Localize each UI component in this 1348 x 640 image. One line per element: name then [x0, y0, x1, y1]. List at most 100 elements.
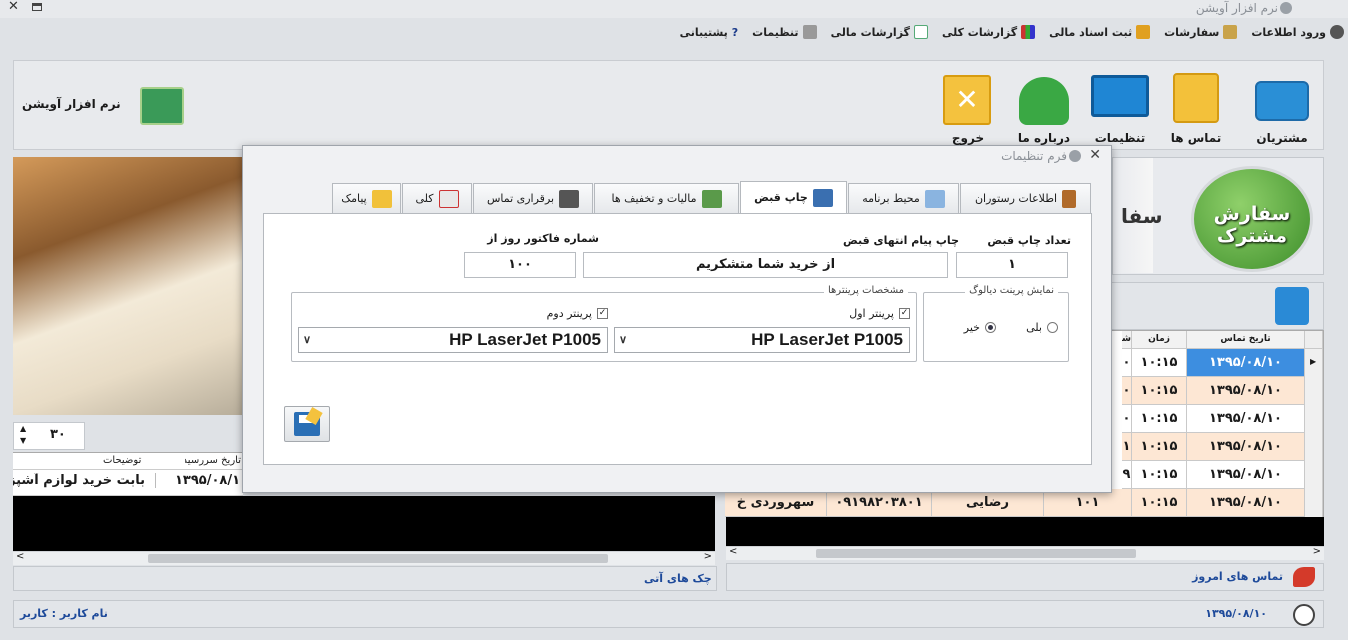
menu-general-reports[interactable]: گزارشات کلی — [942, 20, 1036, 44]
cell-other[interactable]: ۰ — [1122, 349, 1132, 377]
save-button[interactable] — [284, 406, 330, 442]
col-header-date[interactable]: تاریخ تماس — [1187, 331, 1305, 349]
order-subscriber-button[interactable]: سفارش مشترک — [1191, 166, 1313, 272]
col-header-due[interactable]: تاریخ سررسید — [185, 455, 241, 466]
print-dialog-group: نمایش پرینت دیالوگ بلی خیر — [923, 285, 1069, 362]
save-icon — [294, 406, 323, 436]
radio-yes-input[interactable] — [1047, 322, 1058, 333]
chevron-down-icon[interactable]: ∨ — [303, 328, 311, 352]
cell-date[interactable]: ۱۳۹۵/۰۸/۱۰ — [1187, 433, 1305, 461]
cell-date[interactable]: ۱۳۹۵/۰۸/۱۰ — [1187, 377, 1305, 405]
cutlery-icon — [1275, 287, 1309, 325]
radio-yes[interactable]: بلی — [1026, 321, 1058, 334]
checks-empty-area — [13, 496, 715, 551]
days-stepper[interactable]: ▲ ▼ ۳۰ — [13, 422, 85, 450]
radio-no-input[interactable] — [985, 322, 996, 333]
exit-button[interactable]: ✕ خروج — [933, 69, 1003, 149]
col-header-description[interactable]: توضیحات — [103, 455, 141, 466]
today-contacts-label[interactable]: تماس های امروز — [1192, 570, 1283, 583]
left-hscrollbar[interactable]: < > — [13, 551, 715, 565]
dialog-logo-icon — [1069, 150, 1081, 162]
printer1-select[interactable]: ∨ HP LaserJet P1005 — [614, 327, 910, 353]
cell-other[interactable]: ۰ — [1122, 377, 1132, 405]
col-header-other[interactable]: شر — [1122, 331, 1132, 349]
tab-tax-discount[interactable]: مالیات و تخفیف ها — [594, 183, 739, 213]
tab-print-receipt[interactable]: چاپ قبض — [740, 181, 847, 214]
menu-label: سفارشات — [1164, 25, 1220, 39]
pencil-icon — [1223, 25, 1238, 39]
footer-message-label: چاپ پیام انتهای قبض — [843, 234, 959, 247]
tab-environment[interactable]: محیط برنامه — [848, 183, 959, 213]
tab-label: مالیات و تخفیف ها — [611, 191, 697, 205]
printer2-select[interactable]: ∨ HP LaserJet P1005 — [298, 327, 608, 353]
col-header-time[interactable]: زمان — [1132, 331, 1187, 349]
invoice-start-field[interactable]: ۱۰۰ — [464, 252, 576, 278]
stepper-down-icon[interactable]: ▼ — [20, 435, 26, 447]
radio-no-label: خیر — [963, 321, 980, 334]
tab-label: اطلاعات رستوران — [974, 191, 1058, 205]
footer-message-field[interactable]: از خرید شما متشکریم — [583, 252, 948, 278]
cell-time[interactable]: ۱۰:۱۵ — [1132, 405, 1187, 433]
scroll-thumb[interactable] — [816, 549, 1136, 558]
cell-date[interactable]: ۱۳۹۵/۰۸/۱۰ — [1187, 349, 1305, 377]
upcoming-checks-label[interactable]: چک های آتی — [644, 572, 712, 585]
menu-data-entry[interactable]: ورود اطلاعات — [1251, 20, 1344, 44]
tools-icon — [802, 25, 817, 39]
cell-time[interactable]: ۱۰:۱۵ — [1132, 349, 1187, 377]
cell-time[interactable]: ۱۰:۱۵ — [1132, 433, 1187, 461]
tab-call[interactable]: برقراری تماس — [473, 183, 593, 213]
cell-other[interactable]: ۱ — [1122, 433, 1132, 461]
about-button[interactable]: درباره ما — [1009, 69, 1079, 149]
tab-general[interactable]: کلی — [402, 183, 472, 213]
menu-support[interactable]: ? پشتیبانی — [680, 20, 739, 44]
close-icon[interactable]: ✕ — [8, 0, 19, 14]
print-count-field[interactable]: ۱ — [956, 252, 1068, 278]
printer1-check-input[interactable]: ✓ — [899, 308, 910, 319]
tab-restaurant-info[interactable]: اطلاعات رستوران — [960, 183, 1091, 213]
menu-orders[interactable]: سفارشات — [1164, 20, 1238, 44]
restore-icon[interactable] — [32, 3, 42, 11]
dialog-close-icon[interactable]: ✕ — [1089, 147, 1101, 163]
print-receipt-panel: تعداد چاپ قبض چاپ پیام انتهای قبض شماره … — [263, 213, 1092, 465]
chevron-down-icon[interactable]: ∨ — [619, 328, 627, 352]
cell-date[interactable]: ۱۳۹۵/۰۸/۱۰ — [1187, 489, 1305, 517]
customers-label: مشتریان — [1256, 131, 1308, 145]
menu-financial-docs[interactable]: ثبت اسناد مالی — [1049, 20, 1151, 44]
cell-time[interactable]: ۱۰:۱۵ — [1132, 377, 1187, 405]
printer2-check-input[interactable]: ✓ — [597, 308, 608, 319]
monitor-icon — [1091, 75, 1149, 117]
customers-button[interactable]: مشتریان — [1247, 69, 1317, 149]
right-hscrollbar[interactable]: < > — [726, 546, 1324, 560]
cell-other[interactable]: ۹ — [1122, 461, 1132, 489]
order-panel: سفا سفارش مشترک — [1112, 157, 1324, 275]
radio-no[interactable]: خیر — [964, 321, 996, 334]
cell-time[interactable]: ۱۰:۱۵ — [1132, 489, 1187, 517]
printer-icon — [812, 189, 833, 207]
settings-button[interactable]: تنظیمات — [1085, 69, 1155, 149]
tab-sms[interactable]: پیامک — [332, 183, 401, 213]
clock-icon — [1293, 604, 1315, 626]
cell-phone[interactable]: ۰۹۱۹۸۲۰۳۸۰۱ — [827, 489, 932, 517]
contacts-button[interactable]: تماس ها — [1161, 69, 1231, 149]
hourglass-icon — [1062, 189, 1077, 208]
cell-due[interactable]: ۱۳۹۵/۰۸/۱ — [175, 473, 240, 488]
scroll-thumb[interactable] — [148, 554, 608, 563]
cell-time[interactable]: ۱۰:۱۵ — [1132, 461, 1187, 489]
stepper-up-icon[interactable]: ▲ — [20, 423, 26, 435]
checklist-icon — [438, 189, 459, 208]
printer2-checkbox[interactable]: ✓ پرینتر دوم — [547, 307, 608, 320]
menu-settings[interactable]: تنظیمات — [752, 20, 817, 44]
grid-empty-area — [726, 517, 1324, 546]
cell-description[interactable]: بابت خرید لوازم آشپز — [13, 473, 156, 488]
stepper-value[interactable]: ۳۰ — [50, 427, 66, 442]
cell-name[interactable]: رضایی — [932, 489, 1044, 517]
cell-date[interactable]: ۱۳۹۵/۰۸/۱۰ — [1187, 461, 1305, 489]
user-icon — [1019, 77, 1069, 125]
cell-code[interactable]: ۱۰۱ — [1044, 489, 1132, 517]
checks-row[interactable]: بابت خرید لوازم آشپز ۱۳۹۵/۰۸/۱ — [13, 470, 243, 496]
printer1-checkbox[interactable]: ✓ پرینتر اول — [849, 307, 910, 320]
cell-address[interactable]: سهروردی خ — [725, 489, 827, 517]
cell-date[interactable]: ۱۳۹۵/۰۸/۱۰ — [1187, 405, 1305, 433]
menu-financial-reports[interactable]: گزارشات مالی — [831, 20, 928, 44]
cell-other[interactable]: ۰ — [1122, 405, 1132, 433]
